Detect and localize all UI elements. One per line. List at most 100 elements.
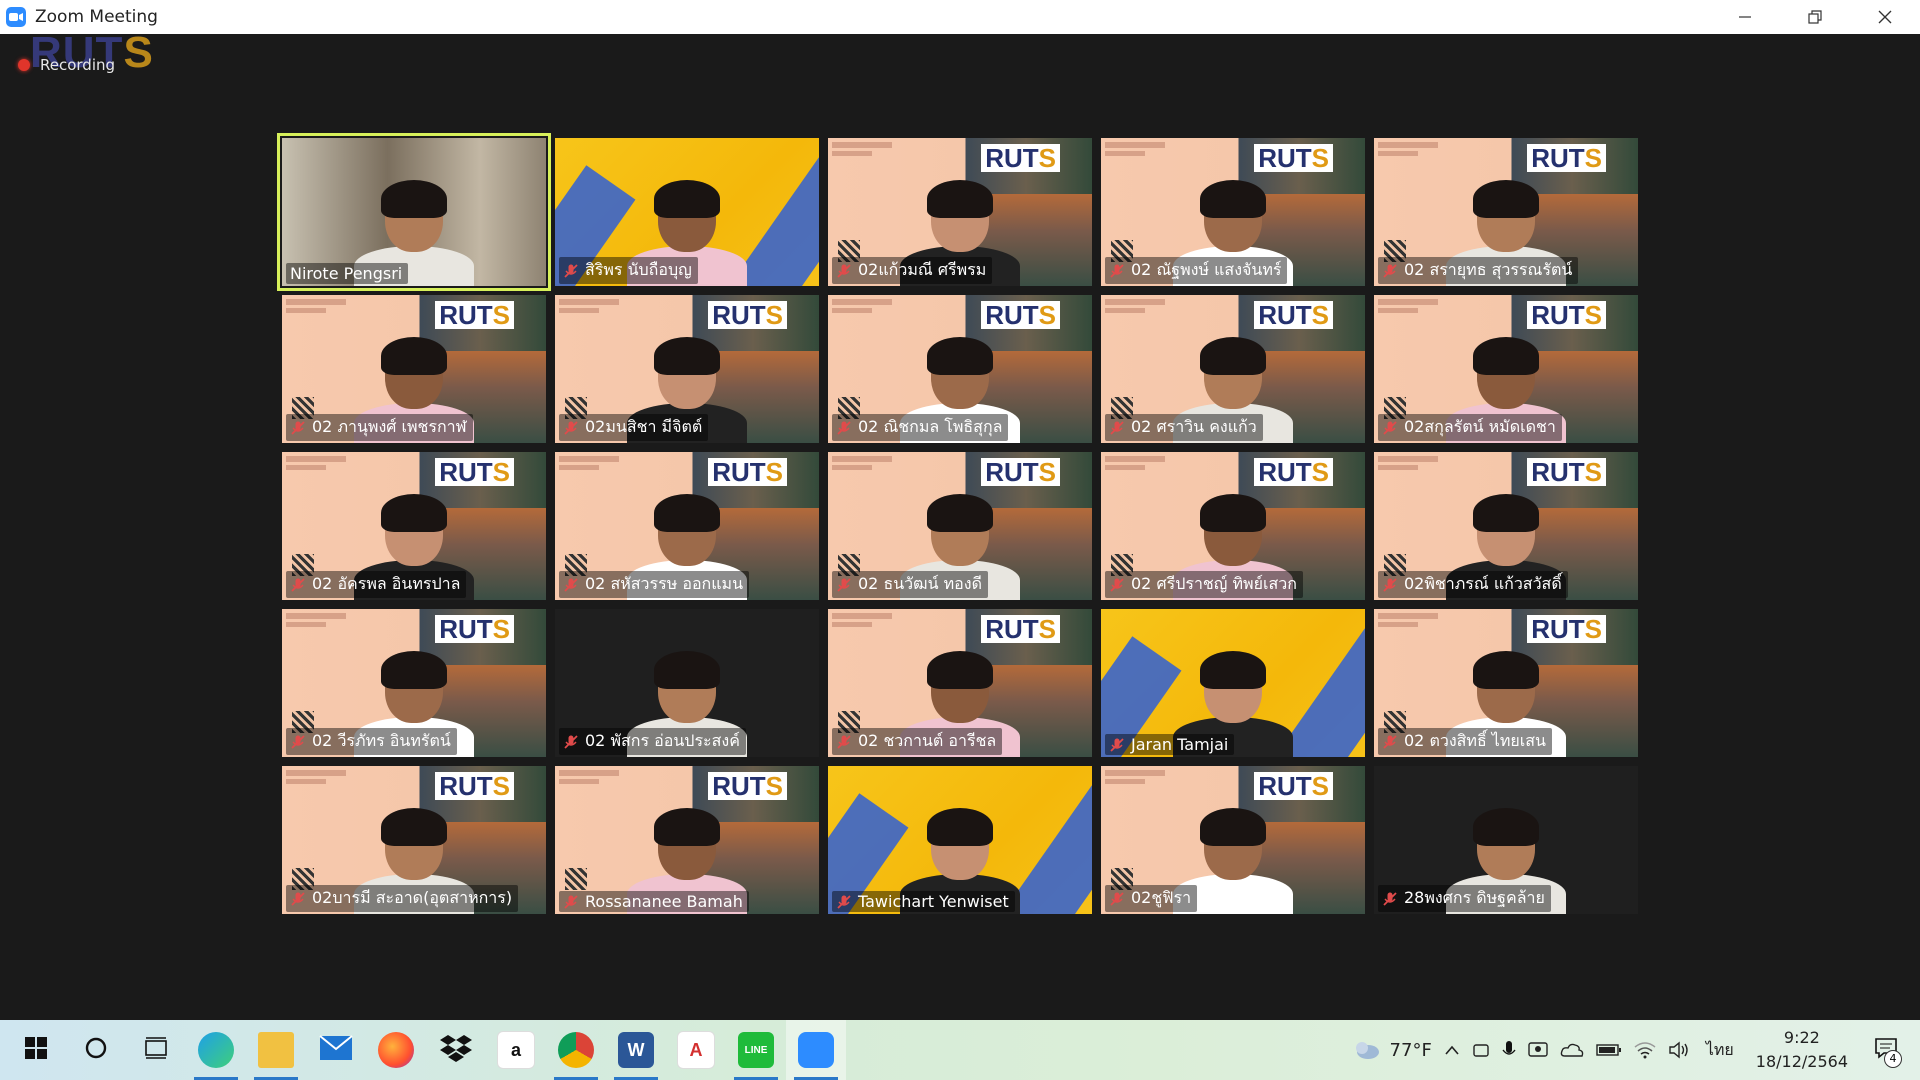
participant-tile[interactable]: RUTS 02แก้วมณี ศรีพรม [828,138,1092,286]
task-view-icon [143,1036,169,1064]
muted-microphone-icon [1110,577,1124,592]
participant-tile[interactable]: RUTS 02 สหัสวรรษ ออกแมน [555,452,819,600]
participant-name-label: 28พงศกร ดิษฐคล้าย [1378,885,1551,912]
participant-name-label: 02 สรายุทธ สุวรรณรัตน์ [1378,257,1579,284]
minimize-button[interactable] [1710,0,1780,34]
mail-icon [319,1035,353,1065]
participant-name-label: 02สกุลรัตน์ หมัดเดชา [1378,414,1562,441]
logo-text-main: RUT [1531,300,1585,330]
taskbar-app-windows-start[interactable] [6,1020,66,1080]
input-language-button[interactable]: ไทย [1696,1020,1744,1080]
taskbar-app-dropbox[interactable] [426,1020,486,1080]
logo-text-accent: S [1584,300,1602,330]
participant-tile[interactable]: RUTS 02พิชาภรณ์ แก้วสวัสดิ์ [1374,452,1638,600]
logo-text-main: RUT [439,300,493,330]
taskbar-app-firefox[interactable] [366,1020,426,1080]
logo-text-main: RUT [985,143,1039,173]
participant-tile[interactable]: Tawichart Yenwiset [828,766,1092,914]
participant-name: 02บารมี สะอาด(อุตสาหการ) [312,888,513,907]
participant-tile[interactable]: RUTS 02ชูฟิรา [1101,766,1365,914]
word-icon: W [618,1032,654,1068]
participant-tile[interactable]: RUTS 02 ตวงสิทธิ์ ไทยเสน [1374,609,1638,757]
participant-tile[interactable]: 28พงศกร ดิษฐคล้าย [1374,766,1638,914]
logo-text-main: RUT [439,457,493,487]
participant-tile[interactable]: RUTS 02 ณัฐพงษ์ แสงจันทร์ [1101,138,1365,286]
taskbar-app-mail[interactable] [306,1020,366,1080]
participant-tile[interactable]: Nirote Pengsri [277,133,551,291]
taskbar-app-file-explorer[interactable] [246,1020,306,1080]
muted-microphone-icon [564,577,578,592]
muted-microphone-icon [1383,577,1397,592]
firefox-icon [378,1032,414,1068]
taskbar-app-search-circle[interactable] [66,1020,126,1080]
participant-tile[interactable]: RUTS 02มนสิชา มีจิตต์ [555,295,819,443]
participant-tile[interactable]: RUTS 02 อัครพล อินทรปาล [282,452,546,600]
logo-text-accent: S [1038,457,1056,487]
battery-icon [1596,1044,1621,1056]
show-hidden-icons-button[interactable] [1438,1020,1466,1080]
participant-tile[interactable]: RUTS 02 วีรภัทร อินทรัตน์ [282,609,546,757]
taskbar-app-chrome[interactable] [546,1020,606,1080]
taskbar-app-line[interactable]: LINE [726,1020,786,1080]
logo-text-accent: S [1584,457,1602,487]
participant-tile[interactable]: RUTS 02 ณิชกมล โพธิสุกุล [828,295,1092,443]
participant-name: 02 สหัสวรรษ ออกแมน [585,574,744,593]
notification-count-badge: 4 [1884,1049,1902,1068]
participant-name: 02 วีรภัทร อินทรัตน์ [312,731,451,750]
logo-text-main: RUT [1258,300,1312,330]
participant-tile[interactable]: RUTS 02 ภานุพงศ์ เพชรกาฬ [282,295,546,443]
participant-name: 02 ณิชกมล โพธิสุกุล [858,417,1003,436]
participant-tile[interactable]: สิริพร นับถือบุญ [555,138,819,286]
recording-indicator[interactable]: Recording [18,56,115,74]
participant-name: 02 อัครพล อินทรปาล [312,574,461,593]
logo-text-accent: S [1038,614,1056,644]
muted-microphone-icon [291,420,305,435]
restore-button[interactable] [1780,0,1850,34]
participant-tile[interactable]: RUTS 02 ชวกานต์ อารีชล [828,609,1092,757]
clock-date: 18/12/2564 [1755,1052,1848,1071]
participant-tile[interactable]: RUTS 02สกุลรัตน์ หมัดเดชา [1374,295,1638,443]
participant-name: 02 ศราวิน คงแก้ว [1131,417,1257,436]
weather-widget[interactable]: 77°F [1346,1020,1438,1080]
restore-icon [1808,10,1822,24]
record-dot-icon [18,59,30,71]
participant-tile[interactable]: RUTS 02 ศรีปราชญ์ ทิพย์เสวก [1101,452,1365,600]
meet-now-button[interactable] [1466,1020,1496,1080]
logo-text-main: RUT [439,771,493,801]
participant-tile[interactable]: Jaran Tamjai [1101,609,1365,757]
participant-tile[interactable]: RUTS 02 ศราวิน คงแก้ว [1101,295,1365,443]
participant-tile[interactable]: RUTS 02บารมี สะอาด(อุตสาหการ) [282,766,546,914]
participant-name-label: 02 ณัฐพงษ์ แสงจันทร์ [1105,257,1288,284]
volume-button[interactable] [1662,1020,1696,1080]
participant-tile[interactable]: RUTS Rossananee Bamah [555,766,819,914]
battery-button[interactable] [1590,1020,1628,1080]
muted-microphone-icon [291,891,305,906]
line-icon: LINE [738,1032,774,1068]
participant-name-label: สิริพร นับถือบุญ [559,257,698,284]
taskbar-app-task-view[interactable] [126,1020,186,1080]
taskbar-app-edge[interactable] [186,1020,246,1080]
microphone-button[interactable] [1496,1020,1522,1080]
muted-microphone-icon [1383,420,1397,435]
weather-temp: 77°F [1389,1039,1432,1061]
network-button[interactable] [1628,1020,1662,1080]
rut-logo: RUTS [1527,458,1606,486]
participant-tile[interactable]: 02 พัสกร อ่อนประสงค์ [555,609,819,757]
logo-text-accent: S [1311,457,1329,487]
zoom-app-icon [6,7,26,27]
participant-gallery: Nirote Pengsri สิริพร นับถือบุญ RUTS 02แก้ว… [277,133,1638,914]
clock-button[interactable]: 9:22 18/12/2564 [1744,1020,1860,1080]
taskbar-app-zoom[interactable] [786,1020,846,1080]
muted-microphone-icon [564,263,578,278]
screen-share-tray-button[interactable] [1522,1020,1554,1080]
logo-text-main: RUT [985,457,1039,487]
participant-name-label: 02 ศราวิน คงแก้ว [1105,414,1263,441]
onedrive-button[interactable] [1554,1020,1590,1080]
taskbar-app-acrobat[interactable]: A [666,1020,726,1080]
participant-tile[interactable]: RUTS 02 สรายุทธ สุวรรณรัตน์ [1374,138,1638,286]
taskbar-app-word[interactable]: W [606,1020,666,1080]
close-button[interactable] [1850,0,1920,34]
participant-tile[interactable]: RUTS 02 ธนวัฒน์ ทองดี [828,452,1092,600]
notification-center-button[interactable]: 4 [1860,1020,1920,1080]
taskbar-app-amazon[interactable]: a [486,1020,546,1080]
